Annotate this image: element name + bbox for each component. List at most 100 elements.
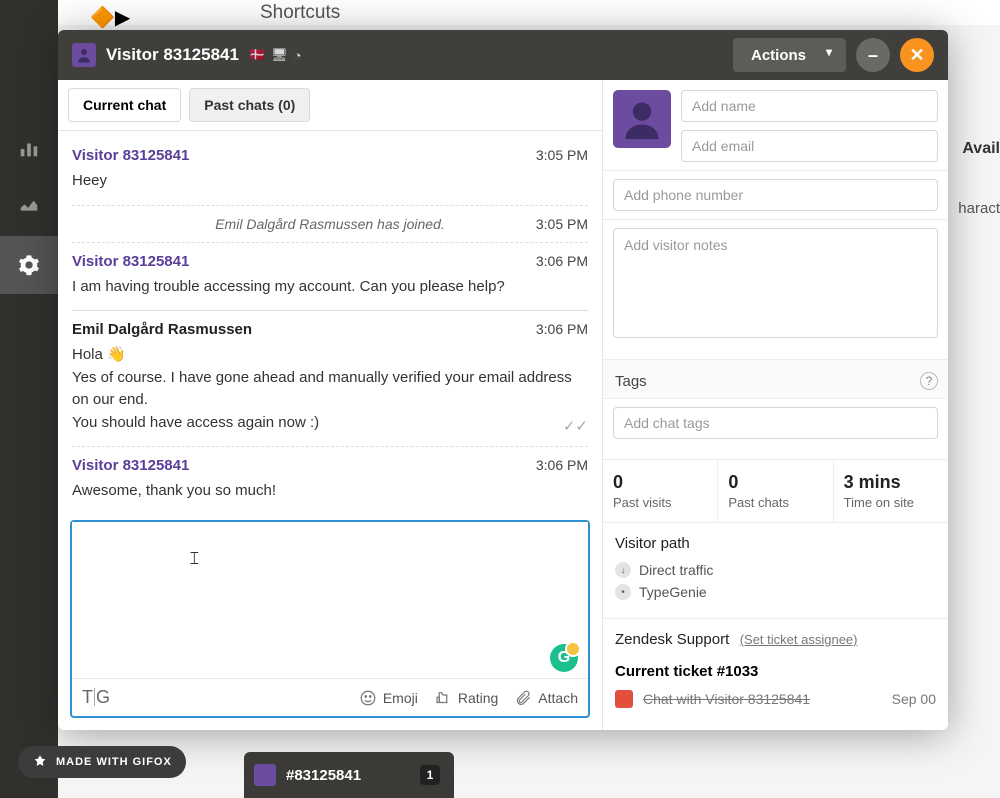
browser-icon: ◔ bbox=[294, 48, 302, 63]
current-ticket-label: Current ticket #1033 bbox=[615, 663, 936, 680]
message-time: 3:06 PM bbox=[536, 253, 588, 269]
message-line: You should have access again now :) bbox=[72, 412, 547, 435]
stat-time-on-site: 3 mins Time on site bbox=[834, 460, 948, 522]
stat-label: Past chats bbox=[728, 495, 822, 510]
message-sender: Emil Dalgård Rasmussen bbox=[72, 321, 252, 338]
message-body: Hola 👋 Yes of course. I have gone ahead … bbox=[72, 344, 588, 434]
typegenie-icon: TG bbox=[82, 687, 110, 708]
set-assignee-link[interactable]: (Set ticket assignee) bbox=[740, 632, 858, 647]
visitor-meta-icons: 🇩🇰 🖥 ◔ bbox=[249, 47, 302, 63]
flag-icon: 🇩🇰 bbox=[249, 47, 265, 63]
minimize-button[interactable]: – bbox=[856, 38, 890, 72]
visitor-avatar-chip bbox=[254, 764, 276, 786]
visitor-path-label: Visitor path bbox=[615, 535, 936, 552]
chat-window: Visitor 83125841 🇩🇰 🖥 ◔ Actions – ✕ Curr… bbox=[58, 30, 948, 730]
path-item-label: TypeGenie bbox=[639, 584, 707, 600]
message-line: Hola 👋 bbox=[72, 344, 588, 367]
ticket-status-icon bbox=[615, 690, 633, 708]
message-sender: Visitor 83125841 bbox=[72, 147, 189, 164]
window-title: Visitor 83125841 bbox=[106, 45, 239, 65]
emoji-button[interactable]: Emoji bbox=[359, 689, 418, 707]
availability-label: Avail bbox=[962, 140, 1000, 158]
rating-button[interactable]: Rating bbox=[434, 689, 498, 707]
sidebar-icon-spacer bbox=[0, 0, 58, 120]
grammarly-icon[interactable]: G bbox=[550, 644, 578, 672]
info-pane: Tags ? 0 Past visits 0 Past chats 3 mins… bbox=[603, 80, 948, 730]
message-item: Visitor 83125841 3:06 PM I am having tro… bbox=[72, 243, 588, 312]
zendesk-support-label: Zendesk Support bbox=[615, 631, 729, 648]
zendesk-section: Zendesk Support (Set ticket assignee) Cu… bbox=[603, 619, 948, 720]
desktop-icon: 🖥 bbox=[271, 47, 288, 63]
message-input[interactable] bbox=[72, 522, 588, 678]
path-item[interactable]: • TypeGenie bbox=[615, 584, 936, 600]
message-item: Visitor 83125841 3:05 PM Heey bbox=[72, 137, 588, 206]
shortcuts-title: Shortcuts bbox=[260, 2, 340, 24]
message-item: Emil Dalgård Rasmussen 3:06 PM Hola 👋 Ye… bbox=[72, 311, 588, 447]
message-body: Awesome, thank you so much! bbox=[72, 480, 588, 503]
ticket-item[interactable]: Chat with Visitor 83125841 Sep 00 bbox=[615, 690, 936, 708]
message-composer: G TG Emoji Rating bbox=[70, 520, 590, 718]
phone-input[interactable] bbox=[613, 179, 938, 211]
path-item-label: Direct traffic bbox=[639, 562, 713, 578]
emoji-label: Emoji bbox=[383, 690, 418, 706]
tab-past-chats[interactable]: Past chats (0) bbox=[189, 88, 310, 122]
ticket-title: Chat with Visitor 83125841 bbox=[643, 691, 810, 707]
characters-label: haract bbox=[958, 200, 1000, 217]
name-input[interactable] bbox=[681, 90, 938, 122]
actions-dropdown[interactable]: Actions bbox=[733, 38, 846, 72]
visitor-avatar-large bbox=[613, 90, 671, 148]
help-icon[interactable]: ? bbox=[920, 372, 938, 390]
stat-value: 3 mins bbox=[844, 472, 938, 493]
message-time: 3:06 PM bbox=[536, 457, 588, 473]
tab-current-chat[interactable]: Current chat bbox=[68, 88, 181, 122]
notes-input[interactable] bbox=[613, 228, 938, 338]
arrow-down-icon: ↓ bbox=[615, 562, 631, 578]
ticket-date: Sep 00 bbox=[892, 691, 936, 707]
message-body: Heey bbox=[72, 170, 588, 193]
chat-tabs: Current chat Past chats (0) bbox=[58, 80, 602, 131]
tags-input[interactable] bbox=[613, 407, 938, 439]
message-time: 3:05 PM bbox=[536, 216, 588, 232]
system-message-text: Emil Dalgård Rasmussen has joined. bbox=[215, 216, 445, 232]
rating-label: Rating bbox=[458, 690, 498, 706]
stat-label: Time on site bbox=[844, 495, 938, 510]
message-sender: Visitor 83125841 bbox=[72, 457, 189, 474]
message-item: Visitor 83125841 3:06 PM Awesome, thank … bbox=[72, 447, 588, 508]
stat-value: 0 bbox=[613, 472, 707, 493]
dot-icon: • bbox=[615, 584, 631, 600]
message-line: Yes of course. I have gone ahead and man… bbox=[72, 367, 588, 412]
stat-label: Past visits bbox=[613, 495, 707, 510]
tags-label: Tags bbox=[615, 373, 647, 390]
read-receipt-icon: ✓✓ bbox=[563, 416, 588, 439]
chat-tab-label: #83125841 bbox=[286, 767, 361, 784]
attach-button[interactable]: Attach bbox=[514, 689, 578, 707]
message-body: I am having trouble accessing my account… bbox=[72, 276, 588, 299]
sidebar-monitor-icon[interactable] bbox=[0, 178, 58, 236]
stat-past-chats: 0 Past chats bbox=[718, 460, 833, 522]
unread-badge: 1 bbox=[420, 765, 440, 785]
message-list: Visitor 83125841 3:05 PM Heey Emil Dalgå… bbox=[58, 131, 602, 508]
stats-row: 0 Past visits 0 Past chats 3 mins Time o… bbox=[603, 460, 948, 523]
close-button[interactable]: ✕ bbox=[900, 38, 934, 72]
visitor-avatar-small bbox=[72, 43, 96, 67]
minimized-chat-tab[interactable]: #83125841 1 bbox=[244, 752, 454, 798]
gifox-label: MADE WITH GIFOX bbox=[56, 756, 172, 768]
composer-toolbar: TG Emoji Rating Attach bbox=[72, 678, 588, 716]
email-input[interactable] bbox=[681, 130, 938, 162]
tags-section-header: Tags ? bbox=[603, 360, 948, 399]
stat-value: 0 bbox=[728, 472, 822, 493]
sidebar-settings-icon[interactable] bbox=[0, 236, 58, 294]
system-message: Emil Dalgård Rasmussen has joined. 3:05 … bbox=[72, 206, 588, 243]
titlebar: Visitor 83125841 🇩🇰 🖥 ◔ Actions – ✕ bbox=[58, 30, 948, 80]
chat-pane: Current chat Past chats (0) Visitor 8312… bbox=[58, 80, 603, 730]
sidebar-analytics-icon[interactable] bbox=[0, 120, 58, 178]
attach-label: Attach bbox=[538, 690, 578, 706]
message-time: 3:05 PM bbox=[536, 147, 588, 163]
left-sidebar bbox=[0, 0, 58, 798]
backdrop-topbar: Shortcuts bbox=[0, 0, 1000, 25]
path-item[interactable]: ↓ Direct traffic bbox=[615, 562, 936, 578]
message-sender: Visitor 83125841 bbox=[72, 253, 189, 270]
composer-area: G TG Emoji Rating bbox=[58, 508, 602, 730]
gifox-badge: MADE WITH GIFOX bbox=[18, 746, 186, 778]
message-time: 3:06 PM bbox=[536, 321, 588, 337]
